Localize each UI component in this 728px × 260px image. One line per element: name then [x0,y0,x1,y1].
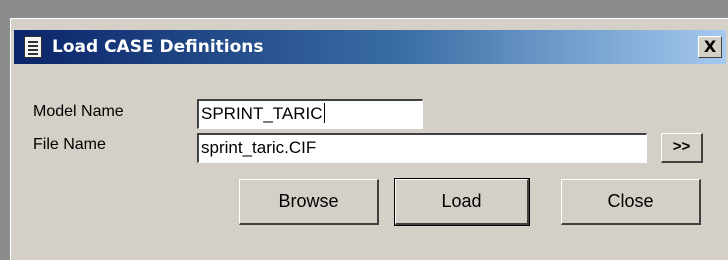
load-button[interactable]: Load [394,178,530,226]
model-name-value: SPRINT_TARIC [201,104,323,123]
background-strip [0,0,728,18]
more-options-button[interactable]: >> [661,133,703,163]
model-name-input[interactable]: SPRINT_TARIC [197,99,423,129]
background-edge [0,18,10,260]
close-window-button[interactable]: X [698,36,722,58]
file-name-label: File Name [33,136,106,153]
document-icon [24,36,42,58]
screen-frame: Load CASE Definitions X Model Name SPRIN… [0,0,728,260]
load-case-dialog: Load CASE Definitions X Model Name SPRIN… [10,18,728,260]
text-caret [323,103,325,124]
file-name-value: sprint_taric.CIF [201,138,317,157]
dialog-title: Load CASE Definitions [52,37,264,57]
browse-button[interactable]: Browse [239,179,379,225]
file-name-input[interactable]: sprint_taric.CIF [197,133,647,163]
close-button[interactable]: Close [561,179,701,225]
model-name-label: Model Name [33,103,124,120]
dialog-titlebar[interactable]: Load CASE Definitions X [14,30,726,64]
